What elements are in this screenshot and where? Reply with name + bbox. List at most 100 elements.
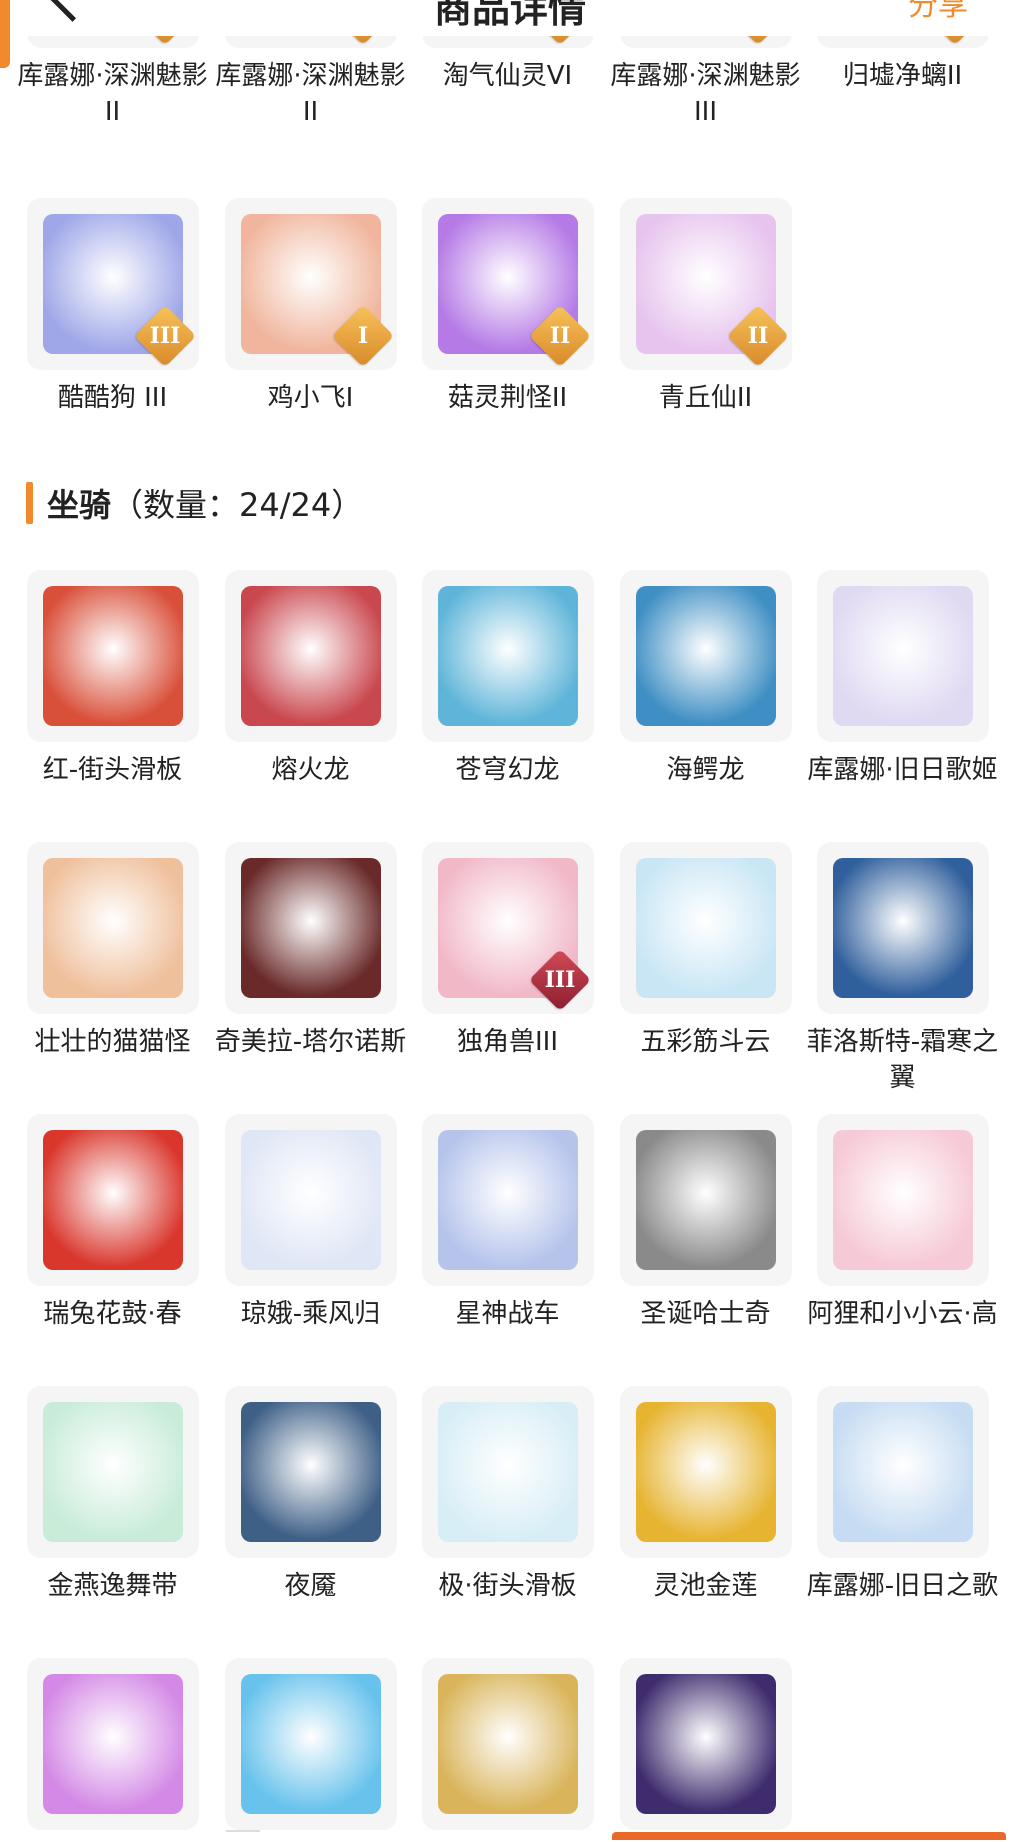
item-card[interactable]: 库露娜-旧日之歌 <box>803 1386 1002 1604</box>
item-thumbnail[interactable] <box>619 570 792 742</box>
item-image <box>240 586 381 726</box>
item-card[interactable]: 星神战车 <box>408 1114 607 1332</box>
item-thumbnail[interactable] <box>26 1386 199 1558</box>
item-thumbnail[interactable] <box>421 1386 594 1558</box>
item-thumbnail[interactable] <box>224 1386 397 1558</box>
item-card[interactable]: 海鳄龙 <box>606 570 805 788</box>
item-card[interactable]: 圣诞哈士奇 <box>606 1114 805 1332</box>
item-image <box>635 1130 776 1270</box>
tier-label: II <box>549 323 570 349</box>
item-thumbnail[interactable] <box>619 1114 792 1286</box>
item-thumbnail[interactable] <box>224 1114 397 1286</box>
item-thumbnail[interactable] <box>421 1658 594 1830</box>
item-image <box>240 858 381 998</box>
item-card[interactable] <box>606 1658 805 1840</box>
item-image <box>832 858 973 998</box>
item-card[interactable]: II 青丘仙II <box>606 198 805 416</box>
item-card[interactable] <box>211 1658 410 1840</box>
item-image <box>240 1130 381 1270</box>
item-card[interactable]: II 菇灵荆怪II <box>408 198 607 416</box>
item-label: 阿狸和小小云·高 <box>807 1299 998 1329</box>
item-thumbnail[interactable] <box>816 842 989 1014</box>
item-thumbnail[interactable] <box>224 1658 397 1830</box>
item-image <box>832 1130 973 1270</box>
item-thumbnail[interactable] <box>421 1114 594 1286</box>
item-thumbnail[interactable]: I <box>224 198 397 370</box>
item-card[interactable]: 灵池金莲 <box>606 1386 805 1604</box>
item-card[interactable]: 极·街头滑板 <box>408 1386 607 1604</box>
item-thumbnail[interactable] <box>26 842 199 1014</box>
item-card[interactable]: 奇美拉-塔尔诺斯 <box>211 842 410 1060</box>
bottom-action-bar[interactable] <box>612 1832 1006 1840</box>
item-thumbnail[interactable] <box>26 570 199 742</box>
tier-badge: II <box>726 304 789 368</box>
item-image <box>437 586 578 726</box>
item-card[interactable]: 夜魇 <box>211 1386 410 1604</box>
item-thumbnail[interactable]: III <box>421 842 594 1014</box>
item-thumbnail[interactable] <box>26 1658 199 1830</box>
item-label: 菇灵荆怪II <box>447 383 568 413</box>
item-card[interactable]: III 酷酷狗 III <box>13 198 212 416</box>
item-card[interactable]: 库露娜·旧日歌姬 <box>803 570 1002 788</box>
item-image <box>42 586 183 726</box>
item-label: 夜魇 <box>284 1571 337 1601</box>
item-thumbnail[interactable] <box>26 1114 199 1286</box>
item-card[interactable]: 五彩筋斗云 <box>606 842 805 1060</box>
item-thumbnail[interactable]: III <box>26 198 199 370</box>
item-label: 金燕逸舞带 <box>47 1571 178 1601</box>
top-bar: 商品详情 分享 <box>0 0 1020 68</box>
item-thumbnail[interactable] <box>421 570 594 742</box>
item-card[interactable]: 瑞兔花鼓·春 <box>13 1114 212 1332</box>
item-label: 星神战车 <box>455 1299 560 1329</box>
item-thumbnail[interactable] <box>816 570 989 742</box>
item-label: 琼娥-乘风归 <box>240 1299 381 1329</box>
item-label: 库露娜-旧日之歌 <box>806 1571 999 1601</box>
item-card[interactable]: 熔火龙 <box>211 570 410 788</box>
item-label: 青丘仙II <box>658 383 753 413</box>
item-thumbnail[interactable]: II <box>619 198 792 370</box>
item-card[interactable]: I 鸡小飞I <box>211 198 410 416</box>
item-label: 菲洛斯特-霜寒之翼 <box>806 1027 999 1093</box>
item-image <box>832 1402 973 1542</box>
section-title: 坐骑 <box>47 486 112 524</box>
item-image <box>437 1402 578 1542</box>
item-card[interactable]: 金燕逸舞带 <box>13 1386 212 1604</box>
mounts-section-heading: 坐骑 （数量：24/24） <box>26 482 363 524</box>
tier-badge: I <box>331 304 394 368</box>
item-thumbnail[interactable] <box>224 842 397 1014</box>
item-thumbnail[interactable] <box>619 1658 792 1830</box>
item-thumbnail[interactable] <box>224 570 397 742</box>
item-card[interactable]: 阿狸和小小云·高 <box>803 1114 1002 1332</box>
item-card[interactable]: 红-街头滑板 <box>13 570 212 788</box>
item-card[interactable]: 壮壮的猫猫怪 <box>13 842 212 1060</box>
item-card[interactable] <box>408 1658 607 1840</box>
item-card[interactable]: 菲洛斯特-霜寒之翼 <box>803 842 1002 1096</box>
item-label: 库露娜·深渊魅影III <box>610 61 801 127</box>
item-label: 淘气仙灵VI <box>442 61 573 91</box>
share-button[interactable]: 分享 <box>908 0 968 24</box>
item-thumbnail[interactable] <box>619 1386 792 1558</box>
item-label: 库露娜·深渊魅影II <box>215 61 406 127</box>
item-label: 酷酷狗 III <box>57 383 168 413</box>
item-label: 圣诞哈士奇 <box>640 1299 771 1329</box>
item-label: 红-街头滑板 <box>42 755 183 785</box>
item-image <box>42 1674 183 1814</box>
item-thumbnail[interactable] <box>816 1114 989 1286</box>
item-image <box>635 1402 776 1542</box>
item-image <box>42 1130 183 1270</box>
tier-label: III <box>544 967 575 993</box>
item-thumbnail[interactable] <box>619 842 792 1014</box>
item-thumbnail[interactable]: II <box>421 198 594 370</box>
item-label: 壮壮的猫猫怪 <box>34 1027 191 1057</box>
item-label: 奇美拉-塔尔诺斯 <box>214 1027 407 1057</box>
item-card[interactable]: 琼娥-乘风归 <box>211 1114 410 1332</box>
item-card[interactable] <box>13 1658 212 1840</box>
item-image <box>437 1674 578 1814</box>
item-label: 瑞兔花鼓·春 <box>43 1299 182 1329</box>
item-card[interactable]: 苍穹幻龙 <box>408 570 607 788</box>
item-label: 海鳄龙 <box>666 755 745 785</box>
tier-label: II <box>747 323 768 349</box>
item-thumbnail[interactable] <box>816 1386 989 1558</box>
item-label: 极·街头滑板 <box>438 1571 577 1601</box>
item-card[interactable]: III 独角兽III <box>408 842 607 1060</box>
